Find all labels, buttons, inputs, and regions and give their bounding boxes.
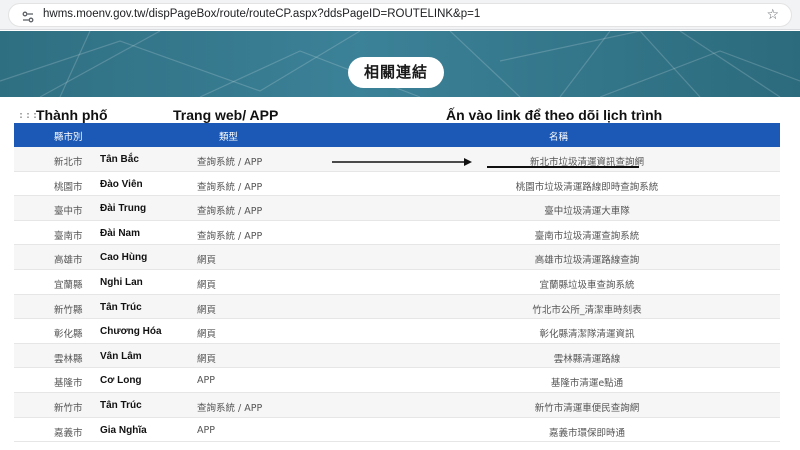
city-cell: 臺中市 xyxy=(54,206,83,218)
city-cell: 雲林縣 xyxy=(54,353,83,365)
table-body: 新北市 Tân Bắc 查詢系統 / APP 新北市垃圾清運資訊查詢網 桃園市 Đào V… xyxy=(14,147,780,443)
link-name[interactable]: 臺中垃圾清運大車隊 xyxy=(394,203,780,217)
city-vietnamese-label: Cơ Long xyxy=(100,375,142,387)
type-cell: 查詢系統 / APP xyxy=(197,402,263,414)
link-name[interactable]: 高雄市垃圾清運路線查詢 xyxy=(394,252,780,266)
city-vietnamese-label: Đài Trung xyxy=(100,203,147,215)
link-name[interactable]: 基隆市清運e點通 xyxy=(394,375,780,389)
annotation-link: Ấn vào link để theo dõi lịch trình xyxy=(446,107,663,123)
table-row: 宜蘭縣 Nghi Lan 網頁 宜蘭縣垃圾車查詢系統 xyxy=(14,270,780,295)
table-row: 新竹縣 Tân Trúc 網頁 竹北市公所_清潔車時刻表 xyxy=(14,294,780,320)
link-name[interactable]: 雲林縣清運路線 xyxy=(394,351,780,365)
city-cell: 新竹市 xyxy=(54,402,83,414)
table-row: 臺南市 Đài Nam 查詢系統 / APP 臺南市垃圾清運查詢系統 xyxy=(14,221,780,246)
type-cell: 網頁 xyxy=(197,304,217,316)
type-cell: 網頁 xyxy=(197,329,217,341)
city-cell: 新北市 xyxy=(54,157,83,168)
header-city: 縣市別 xyxy=(54,132,83,143)
links-table: 縣市別 類型 名稱 新北市 Tân Bắc 查詢系統 / APP 新北市垃圾清運資訊查… xyxy=(14,123,780,443)
table-row: 嘉義市 Gia Nghĩa APP 嘉義市環保即時通 xyxy=(14,418,780,443)
address-bar[interactable]: hwms.moenv.gov.tw/dispPageBox/route/rout… xyxy=(8,3,792,27)
city-cell: 宜蘭縣 xyxy=(54,279,83,291)
type-cell: APP xyxy=(197,375,215,387)
table-row: 臺中市 Đài Trung 查詢系統 / APP 臺中垃圾清運大車隊 xyxy=(14,196,780,221)
link-name[interactable]: 竹北市公所_清潔車時刻表 xyxy=(394,302,780,316)
city-cell: 基隆市 xyxy=(54,378,83,390)
type-cell: 查詢系統 / APP xyxy=(197,181,263,193)
table-row: 桃園市 Đào Viên 查詢系統 / APP 桃園市垃圾清運路線即時查詢系統 xyxy=(14,172,780,197)
url-text[interactable]: hwms.moenv.gov.tw/dispPageBox/route/rout… xyxy=(43,8,480,20)
city-cell: 臺南市 xyxy=(54,230,83,242)
city-vietnamese-label: Tân Trúc xyxy=(100,301,142,313)
table-row: 新竹市 Tân Trúc 查詢系統 / APP 新竹市清運車便民查詢網 xyxy=(14,392,780,418)
page-banner: 相關連結 xyxy=(0,31,800,97)
table-row: 基隆市 Cơ Long APP 基隆市清運e點通 xyxy=(14,368,780,393)
header-type: 類型 xyxy=(219,132,239,143)
type-cell: 查詢系統 / APP xyxy=(197,157,263,168)
type-cell: 網頁 xyxy=(197,353,217,365)
table-header: 縣市別 類型 名稱 xyxy=(14,123,780,147)
table-row: 彰化縣 Chương Hóa 網頁 彰化縣清潔隊清運資訊 xyxy=(14,319,780,344)
link-name[interactable]: 新竹市清運車便民查詢網 xyxy=(394,400,780,414)
type-cell: 網頁 xyxy=(197,255,217,267)
table-row: 高雄市 Cao Hùng 網頁 高雄市垃圾清運路線查詢 xyxy=(14,245,780,270)
star-icon[interactable]: ☆ xyxy=(766,7,779,23)
city-vietnamese-label: Đài Nam xyxy=(100,227,141,239)
city-vietnamese-label: Nghi Lan xyxy=(100,276,143,288)
arrow-icon xyxy=(332,158,472,166)
city-vietnamese-label: Gia Nghĩa xyxy=(100,424,147,436)
type-cell: 網頁 xyxy=(197,279,217,291)
link-name[interactable]: 嘉義市環保即時通 xyxy=(394,425,780,439)
city-cell: 彰化縣 xyxy=(54,329,83,341)
link-name[interactable]: 彰化縣清潔隊清運資訊 xyxy=(394,326,780,340)
link-underline xyxy=(487,166,639,168)
city-cell: 新竹縣 xyxy=(54,304,83,316)
site-info-icon[interactable] xyxy=(21,9,35,23)
header-name: 名稱 xyxy=(549,132,569,143)
table-row: 雲林縣 Vân Lâm 網頁 雲林縣清運路線 xyxy=(14,343,780,369)
link-name[interactable]: 臺南市垃圾清運查詢系統 xyxy=(394,228,780,242)
city-vietnamese-label: Chương Hóa xyxy=(100,326,162,338)
page-title: 相關連結 xyxy=(348,57,444,88)
city-vietnamese-label: Đào Viên xyxy=(100,178,143,190)
city-cell: 桃園市 xyxy=(54,181,83,193)
link-name[interactable]: 桃園市垃圾清運路線即時查詢系統 xyxy=(394,179,780,193)
type-cell: APP xyxy=(197,424,215,436)
city-vietnamese-label: Tân Bắc xyxy=(100,154,139,165)
annotation-city: Thành phố xyxy=(36,107,108,123)
city-vietnamese-label: Tân Trúc xyxy=(100,399,142,411)
city-cell: 嘉義市 xyxy=(54,427,83,439)
type-cell: 查詢系統 / APP xyxy=(197,206,263,218)
city-vietnamese-label: Cao Hùng xyxy=(100,252,148,264)
browser-toolbar: hwms.moenv.gov.tw/dispPageBox/route/rout… xyxy=(0,0,800,30)
city-cell: 高雄市 xyxy=(54,255,83,267)
annotation-type: Trang web/ APP xyxy=(173,107,279,123)
link-name[interactable]: 宜蘭縣垃圾車查詢系統 xyxy=(394,277,780,291)
city-vietnamese-label: Vân Lâm xyxy=(100,350,142,362)
type-cell: 查詢系統 / APP xyxy=(197,230,263,242)
